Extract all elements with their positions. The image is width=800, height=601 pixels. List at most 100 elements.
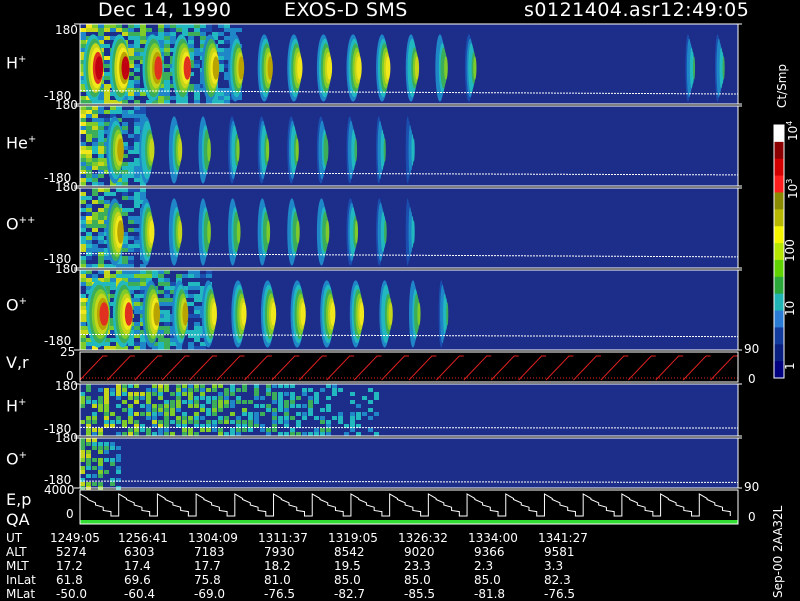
heatmap-cell [314, 428, 319, 432]
heatmap-cell [260, 428, 265, 432]
heatmap-burst [384, 220, 387, 244]
heatmap-cell [128, 256, 134, 260]
heatmap-cell [194, 270, 200, 274]
heatmap-cell [86, 196, 92, 200]
heatmap-cell [86, 130, 92, 134]
heatmap-cell [290, 428, 295, 432]
heatmap-cell [152, 432, 157, 436]
heatmap-cell [134, 122, 140, 126]
heatmap-cell [92, 182, 98, 186]
heatmap-burst [354, 138, 358, 162]
heatmap-cell [218, 432, 223, 436]
table-cell: 61.8 [56, 573, 83, 587]
heatmap-cell [164, 416, 169, 420]
heatmap-cell [224, 432, 229, 436]
heatmap-cell [104, 388, 109, 392]
heatmap-cell [164, 76, 170, 80]
heatmap-cell [194, 100, 200, 104]
heatmap-cell [92, 458, 97, 462]
heatmap-cell [254, 404, 259, 408]
heatmap-cell [98, 396, 103, 400]
table-cell: 82.3 [544, 573, 571, 587]
heatmap-cell [134, 32, 140, 36]
heatmap-cell [230, 28, 236, 32]
heatmap-cell [326, 420, 331, 424]
heatmap-cell [134, 236, 140, 240]
heatmap-cell [164, 36, 170, 40]
heatmap-cell [80, 28, 86, 32]
heatmap-cell [134, 36, 140, 40]
colorbar-tick-1e4: 104 [785, 120, 800, 141]
heatmap-cell [128, 236, 134, 240]
heatmap-cell [122, 264, 128, 268]
heatmap-cell [176, 420, 181, 424]
heatmap-cell [140, 278, 146, 282]
panel3-species-label: O++ [6, 214, 36, 234]
heatmap-cell [140, 396, 145, 400]
heatmap-cell [122, 192, 128, 196]
heatmap-cell [272, 420, 277, 424]
heatmap-cell [98, 474, 103, 478]
heatmap-cell [308, 400, 313, 404]
heatmap-cell [140, 92, 146, 96]
heatmap-cell [140, 286, 146, 290]
heatmap-cell [326, 384, 331, 388]
heatmap-cell [200, 274, 206, 278]
heatmap-cell [218, 420, 223, 424]
heatmap-cell [80, 282, 86, 286]
table-cell: 1334:00 [468, 531, 518, 545]
heatmap-cell [158, 338, 164, 342]
heatmap-cell [224, 24, 230, 28]
table-cell: 2.3 [474, 559, 494, 573]
heatmap-cell [218, 396, 223, 400]
table-cell: 9020 [404, 545, 435, 559]
heatmap-cell [314, 432, 319, 436]
heatmap-cell [194, 96, 200, 100]
table-cell: -85.5 [404, 587, 436, 601]
heatmap-cell [116, 110, 122, 114]
heatmap-cell [188, 294, 194, 298]
heatmap-cell [86, 240, 92, 244]
table-cell: 1326:32 [398, 531, 448, 545]
heatmap-cell [230, 388, 235, 392]
footer-code: Sep-00 2AA32L [771, 505, 785, 598]
heatmap-cell [152, 408, 157, 412]
heatmap-cell [128, 28, 134, 32]
heatmap-cell [122, 110, 128, 114]
heatmap-cell [86, 212, 92, 216]
heatmap-cell [128, 220, 134, 224]
heatmap-cell [140, 282, 146, 286]
heatmap-cell [86, 342, 92, 346]
heatmap-cell [302, 432, 307, 436]
heatmap-cell [134, 310, 140, 314]
heatmap-cell [224, 36, 230, 40]
heatmap-cell [86, 420, 91, 424]
heatmap-cell [104, 400, 109, 404]
heatmap-cell [134, 24, 140, 28]
heatmap-cell [302, 416, 307, 420]
heatmap-cell [98, 134, 104, 138]
heatmap-burst [117, 220, 124, 244]
heatmap-cell [104, 200, 110, 204]
heatmap-cell [128, 208, 134, 212]
heatmap-cell [92, 174, 98, 178]
heatmap-cell [128, 420, 133, 424]
heatmap-cell [92, 162, 98, 166]
heatmap-cell [176, 396, 181, 400]
heatmap-cell [98, 208, 104, 212]
heatmap-cell [194, 330, 200, 334]
heatmap-cell [266, 404, 271, 408]
heatmap-burst [183, 56, 192, 80]
colorbar-tick-1e3: 103 [785, 178, 800, 199]
heatmap-cell [98, 196, 104, 200]
heatmap-cell [284, 412, 289, 416]
heatmap-cell [158, 346, 164, 350]
heatmap-cell [182, 28, 188, 32]
heatmap-cell [182, 428, 187, 432]
heatmap-cell [80, 400, 85, 404]
heatmap-cell [164, 404, 169, 408]
heatmap-cell [194, 298, 200, 302]
heatmap-cell [86, 114, 92, 118]
table-row-label: InLat [6, 573, 36, 587]
heatmap-cell [86, 134, 92, 138]
